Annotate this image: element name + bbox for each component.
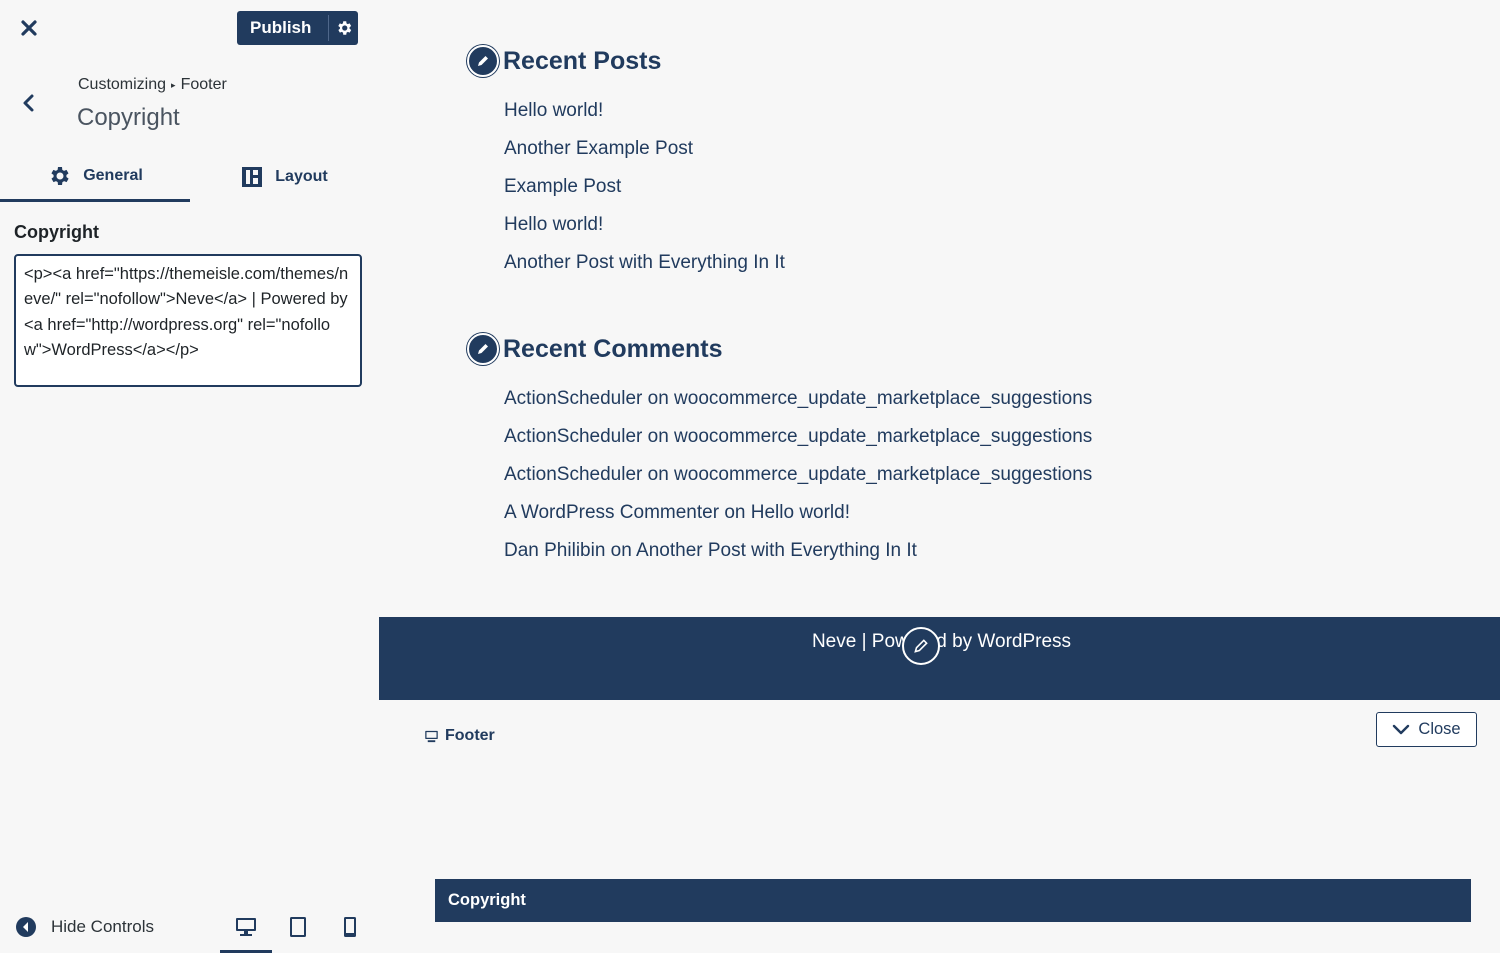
tablet-icon — [290, 917, 306, 937]
recent-posts-widget-title: Recent Posts — [467, 45, 661, 77]
copyright-component[interactable]: Copyright — [435, 879, 1471, 922]
footer-monitor-icon — [425, 730, 438, 742]
tab-general[interactable]: General — [0, 152, 190, 202]
pencil-icon — [478, 344, 488, 354]
recent-posts-list: Hello world! Another Example Post Exampl… — [504, 92, 785, 282]
list-item[interactable]: Another Post with Everything In It — [504, 244, 785, 282]
pencil-icon — [914, 639, 928, 653]
layout-grid-icon — [242, 167, 263, 187]
breadcrumb: Customizing ▸ Footer — [78, 76, 227, 94]
breadcrumb-parent: Customizing — [78, 76, 167, 93]
recent-posts-title: Recent Posts — [503, 46, 662, 75]
breadcrumb-arrow-icon: ▸ — [171, 80, 176, 90]
mobile-icon — [344, 917, 356, 937]
footer-label-text: Footer — [445, 727, 495, 744]
recent-comments-list: ActionScheduler on woocommerce_update_ma… — [504, 380, 1092, 570]
close-customizer-button[interactable] — [14, 13, 44, 43]
tab-layout[interactable]: Layout — [190, 152, 379, 202]
copyright-field-label: Copyright — [14, 222, 99, 242]
edit-recent-posts-button[interactable] — [467, 45, 499, 77]
customizer-sidebar: Publish Customizing ▸ Footer Copyright Gen… — [0, 0, 379, 953]
tab-general-label: General — [83, 166, 143, 184]
close-label: Close — [1418, 720, 1461, 738]
list-item[interactable]: ActionScheduler on woocommerce_update_ma… — [504, 456, 1092, 494]
section-title: Copyright — [77, 104, 180, 131]
gear-icon — [51, 166, 69, 185]
tab-bar: General Layout — [0, 152, 379, 202]
chevron-down-icon — [1393, 724, 1410, 734]
close-footer-builder-button[interactable]: Close — [1376, 712, 1477, 747]
back-button[interactable] — [12, 86, 44, 120]
list-item[interactable]: Hello world! — [504, 92, 785, 130]
mobile-preview-button[interactable] — [324, 912, 376, 953]
list-item[interactable]: Example Post — [504, 168, 785, 206]
hide-controls-label: Hide Controls — [51, 917, 154, 936]
tablet-preview-button[interactable] — [272, 912, 324, 953]
back-chevron-icon — [23, 94, 34, 112]
publish-button[interactable]: Publish — [237, 11, 358, 45]
copyright-textarea[interactable]: <p><a href="https://themeisle.com/themes… — [14, 254, 362, 387]
edit-recent-comments-button[interactable] — [467, 333, 499, 365]
gear-icon — [337, 21, 351, 35]
list-item[interactable]: ActionScheduler on woocommerce_update_ma… — [504, 380, 1092, 418]
breadcrumb-current: Footer — [180, 76, 227, 93]
tab-layout-label: Layout — [275, 168, 328, 185]
publish-settings-button[interactable] — [329, 19, 358, 37]
list-item[interactable]: A WordPress Commenter on Hello world! — [504, 494, 1092, 532]
publish-label: Publish — [250, 18, 312, 37]
desktop-preview-button[interactable] — [220, 912, 272, 953]
list-item[interactable]: Another Example Post — [504, 130, 785, 168]
desktop-icon — [236, 918, 256, 936]
footer-copyright-text[interactable]: Neve | Powered by WordPress — [381, 631, 1500, 653]
list-item[interactable]: Hello world! — [504, 206, 785, 244]
close-icon — [21, 20, 37, 36]
footer-builder-label: Footer — [424, 727, 495, 745]
recent-comments-widget-title: Recent Comments — [467, 333, 723, 365]
hide-controls-button[interactable]: Hide Controls — [15, 916, 154, 938]
device-preview-switcher — [220, 912, 380, 953]
list-item[interactable]: Dan Philibin on Another Post with Everyt… — [504, 532, 1092, 570]
recent-comments-title: Recent Comments — [503, 334, 723, 363]
list-item[interactable]: ActionScheduler on woocommerce_update_ma… — [504, 418, 1092, 456]
site-footer: Neve | Powered by WordPress — [379, 617, 1500, 700]
site-preview: Recent Posts Hello world! Another Exampl… — [379, 0, 1500, 953]
pencil-icon — [478, 56, 488, 66]
hide-controls-icon — [16, 917, 36, 937]
edit-copyright-button[interactable] — [902, 627, 940, 665]
copyright-component-label: Copyright — [448, 891, 526, 909]
